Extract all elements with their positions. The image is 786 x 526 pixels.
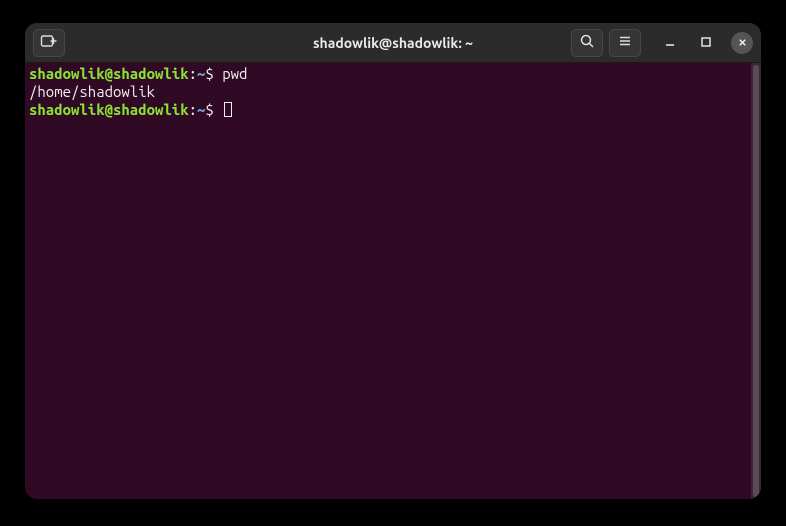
close-button[interactable] <box>731 32 753 54</box>
scrollbar[interactable] <box>751 63 761 499</box>
cursor-block <box>224 102 232 117</box>
prompt-separator: : <box>189 65 197 82</box>
menu-button[interactable] <box>609 29 641 57</box>
hamburger-menu-icon <box>617 33 633 52</box>
command-text: pwd <box>214 65 248 82</box>
terminal-body-wrap: shadowlik@shadowlik:~$ pwd/home/shadowli… <box>25 63 761 499</box>
new-tab-button[interactable] <box>33 29 65 57</box>
close-icon <box>737 35 748 51</box>
new-tab-icon <box>40 33 58 52</box>
search-button[interactable] <box>571 29 603 57</box>
terminal-window: shadowlik@shadowlik: ~ <box>25 23 761 499</box>
minimize-button[interactable] <box>659 32 681 54</box>
prompt-userhost: shadowlik@shadowlik <box>29 65 189 82</box>
terminal-line: shadowlik@shadowlik:~$ pwd <box>29 65 747 83</box>
titlebar-right <box>571 29 761 57</box>
prompt-userhost: shadowlik@shadowlik <box>29 101 189 118</box>
search-icon <box>579 33 595 52</box>
command-text <box>214 101 222 118</box>
scrollbar-thumb[interactable] <box>753 65 759 497</box>
prompt-separator: : <box>189 101 197 118</box>
minimize-icon <box>664 35 676 51</box>
terminal-body[interactable]: shadowlik@shadowlik:~$ pwd/home/shadowli… <box>25 63 751 499</box>
titlebar-left <box>25 29 65 57</box>
maximize-button[interactable] <box>695 32 717 54</box>
window-controls <box>659 32 753 54</box>
prompt-dollar: $ <box>205 65 213 82</box>
maximize-icon <box>700 35 712 51</box>
terminal-line: /home/shadowlik <box>29 83 747 101</box>
titlebar[interactable]: shadowlik@shadowlik: ~ <box>25 23 761 63</box>
terminal-line: shadowlik@shadowlik:~$ <box>29 101 747 119</box>
prompt-dollar: $ <box>205 101 213 118</box>
output-text: /home/shadowlik <box>29 83 155 100</box>
